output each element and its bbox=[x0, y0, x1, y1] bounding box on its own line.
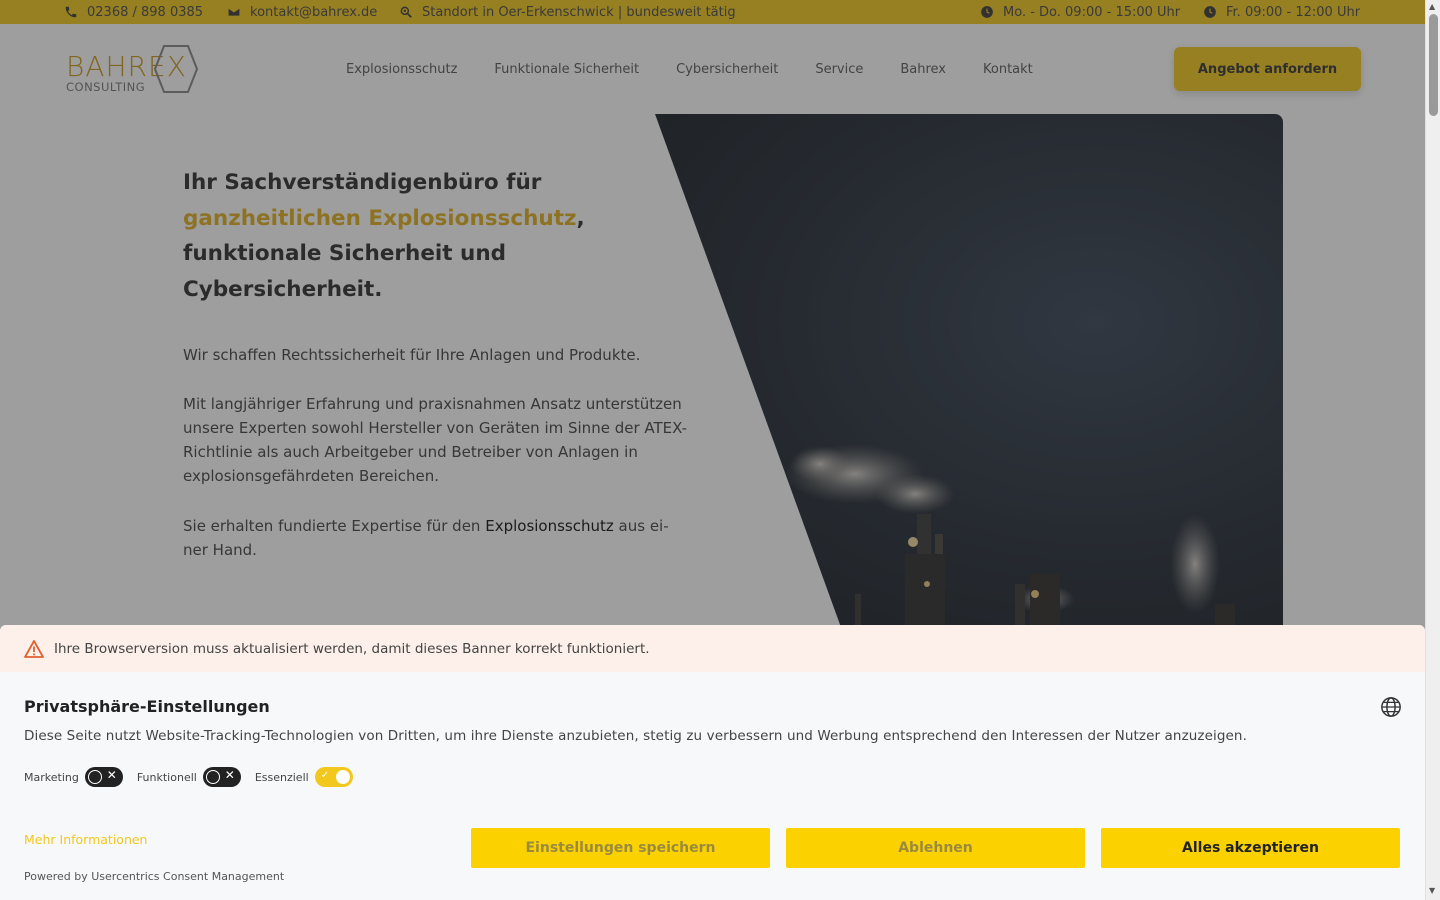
toggle-knob bbox=[87, 770, 102, 784]
deny-button[interactable]: Ablehnen bbox=[786, 828, 1085, 868]
checkmark-icon: ✓ bbox=[320, 770, 330, 781]
consent-title: Privatsphäre-Einstellungen bbox=[24, 697, 270, 716]
toggle-label-marketing: Marketing bbox=[24, 770, 79, 784]
browser-warning-text: Ihre Browserversion muss aktualisiert we… bbox=[54, 640, 650, 657]
language-globe-icon[interactable] bbox=[1380, 696, 1402, 718]
warning-icon bbox=[24, 639, 44, 658]
page-scrollbar[interactable]: ▲ ▼ bbox=[1425, 0, 1440, 900]
consent-banner: Ihre Browserversion muss aktualisiert we… bbox=[0, 625, 1425, 900]
scrollbar-thumb[interactable] bbox=[1429, 14, 1438, 116]
scroll-down-arrow-icon[interactable]: ▼ bbox=[1429, 886, 1435, 895]
consent-toggles: Marketing ✕ Funktionell ✕ Essenziell ✓ bbox=[24, 767, 367, 787]
accept-all-button[interactable]: Alles akzeptieren bbox=[1101, 828, 1400, 868]
funktionell-toggle[interactable]: ✕ bbox=[202, 767, 241, 787]
powered-by-text: Powered by Usercentrics Consent Manageme… bbox=[24, 870, 285, 883]
consent-description: Diese Seite nutzt Website-Tracking-Techn… bbox=[24, 728, 1247, 744]
save-settings-button[interactable]: Einstellungen speichern bbox=[471, 828, 770, 868]
close-icon: ✕ bbox=[106, 768, 117, 782]
more-information-link[interactable]: Mehr Informationen bbox=[24, 832, 147, 847]
scroll-up-arrow-icon[interactable]: ▲ bbox=[1429, 2, 1435, 11]
marketing-toggle[interactable]: ✕ bbox=[84, 767, 123, 787]
toggle-knob bbox=[335, 770, 350, 784]
essenziell-toggle[interactable]: ✓ bbox=[314, 767, 353, 787]
close-icon: ✕ bbox=[224, 768, 235, 782]
toggle-label-essenziell: Essenziell bbox=[254, 770, 309, 784]
browser-warning: Ihre Browserversion muss aktualisiert we… bbox=[0, 625, 1425, 672]
toggle-knob bbox=[205, 770, 220, 784]
toggle-label-funktionell: Funktionell bbox=[136, 770, 197, 784]
